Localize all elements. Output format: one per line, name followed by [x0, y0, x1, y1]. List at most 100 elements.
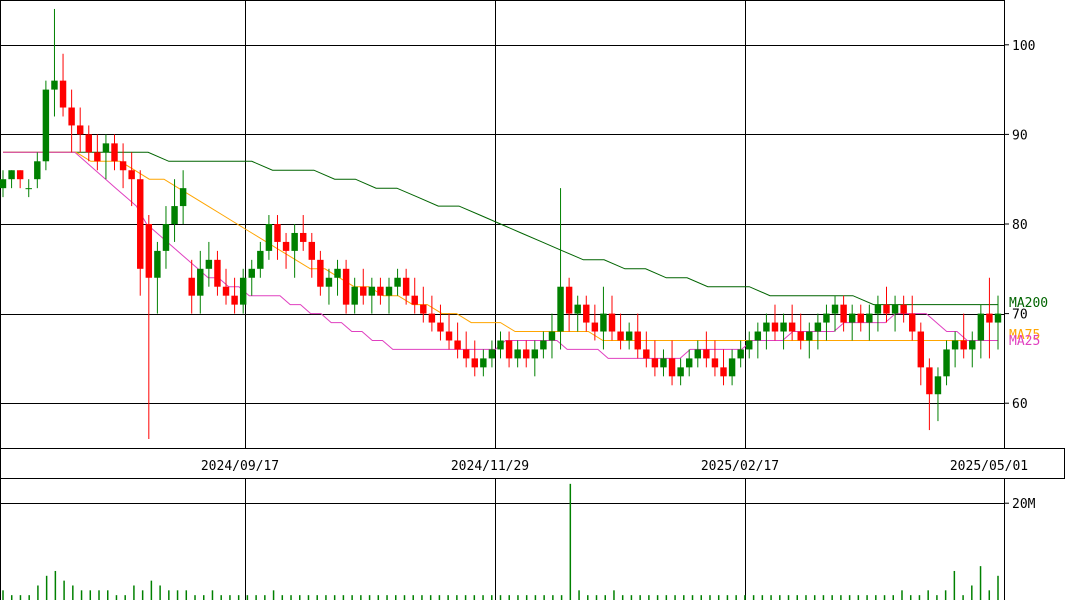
- candle-body: [934, 376, 942, 395]
- candle-body: [746, 340, 753, 350]
- candle-body: [265, 224, 273, 251]
- candle-body: [754, 331, 762, 341]
- candle-body: [634, 331, 641, 350]
- candle-body: [660, 358, 667, 368]
- candle-body: [16, 170, 24, 180]
- candle-body: [128, 170, 135, 180]
- candle-body: [926, 367, 933, 395]
- candle-body: [76, 125, 84, 135]
- candle-body: [548, 331, 556, 341]
- candle-body: [737, 349, 744, 359]
- candle-body: [454, 340, 461, 350]
- volume-tick-label: 20M: [1012, 497, 1036, 512]
- candle-body: [299, 232, 307, 242]
- candle-body: [51, 80, 58, 90]
- candle-body: [394, 277, 401, 287]
- candle-body: [866, 313, 873, 323]
- candle-body: [334, 268, 341, 278]
- candle-body: [591, 322, 599, 332]
- candle-body: [471, 358, 478, 368]
- candle-body: [685, 358, 693, 368]
- price-axis: 60708090100: [1004, 39, 1035, 412]
- candle-body: [171, 206, 178, 224]
- candle-body: [651, 358, 659, 368]
- candle-body: [154, 250, 161, 278]
- ma200-label: MA200: [1009, 296, 1048, 311]
- candle-body: [385, 286, 393, 296]
- candle-body: [565, 286, 573, 314]
- candle-body: [909, 313, 916, 332]
- candle-body: [540, 340, 547, 350]
- candle-body: [111, 143, 118, 162]
- candle-body: [883, 304, 890, 314]
- candle-body: [420, 304, 427, 314]
- candle-body: [857, 313, 864, 323]
- candle-body: [257, 250, 264, 269]
- candle-body: [342, 268, 350, 305]
- candle-body: [668, 358, 676, 377]
- candle-body: [694, 349, 702, 359]
- candle-body: [214, 259, 221, 287]
- candle-body: [831, 304, 839, 314]
- ma25-label: MA25: [1009, 334, 1040, 349]
- candle-body: [445, 331, 453, 341]
- candle-body: [197, 268, 204, 296]
- candle-body: [325, 277, 333, 287]
- candle-body: [68, 107, 75, 126]
- candle-body: [788, 322, 796, 332]
- candle-body: [239, 277, 247, 305]
- candle-body: [59, 80, 67, 108]
- candle-body: [179, 188, 187, 207]
- date-tick-1: 2024/09/17: [201, 459, 279, 474]
- stock-chart: 2024/09/17 2024/11/29 2025/02/17 2025/05…: [0, 0, 1065, 600]
- candle-body: [780, 322, 787, 332]
- candle-body: [643, 349, 650, 359]
- candle-body: [617, 331, 624, 341]
- candle-body: [608, 313, 616, 332]
- candle-body: [248, 268, 255, 278]
- candle-body: [94, 152, 101, 162]
- volume-panel: [0, 478, 1005, 600]
- price-tick-label: 60: [1012, 397, 1028, 412]
- date-tick-2: 2024/11/29: [451, 459, 529, 474]
- candle-body: [42, 89, 50, 162]
- candle-body: [25, 188, 32, 190]
- candle-body: [377, 286, 384, 296]
- date-axis-band: [0, 448, 1065, 479]
- date-tick-4: 2025/05/01: [950, 459, 1028, 474]
- candle-body: [162, 224, 170, 251]
- candle-body: [574, 304, 581, 314]
- candle-body: [428, 313, 436, 323]
- candle-body: [480, 358, 487, 368]
- candle-body: [583, 304, 590, 323]
- candle-body: [205, 259, 213, 269]
- candle-body: [986, 313, 993, 323]
- candle-body: [462, 349, 470, 359]
- candle-body: [514, 349, 521, 359]
- candle-body: [848, 313, 856, 323]
- volume-axis: 20M: [1004, 497, 1036, 512]
- candle-body: [119, 161, 127, 171]
- date-axis: 2024/09/17 2024/11/29 2025/02/17 2025/05…: [0, 448, 1065, 479]
- candle-body: [960, 340, 967, 350]
- candle-body: [317, 259, 324, 287]
- candle-body: [488, 349, 496, 359]
- candle-body: [523, 349, 530, 359]
- candle-body: [763, 322, 770, 332]
- candle-body: [411, 295, 418, 305]
- candle-body: [900, 304, 907, 314]
- price-panel: [0, 0, 1005, 449]
- candle-body: [806, 331, 813, 341]
- candle-body: [771, 322, 779, 332]
- candle-body: [600, 313, 607, 332]
- candle-body: [274, 224, 281, 242]
- candle-body: [977, 313, 985, 341]
- candle-body: [137, 179, 144, 269]
- candle-body: [874, 304, 882, 314]
- candle-body: [308, 241, 316, 260]
- candle-body: [797, 331, 804, 341]
- candle-body: [994, 313, 1002, 323]
- candle-body: [711, 358, 719, 368]
- candle-body: [531, 349, 539, 359]
- candle-body: [188, 277, 195, 296]
